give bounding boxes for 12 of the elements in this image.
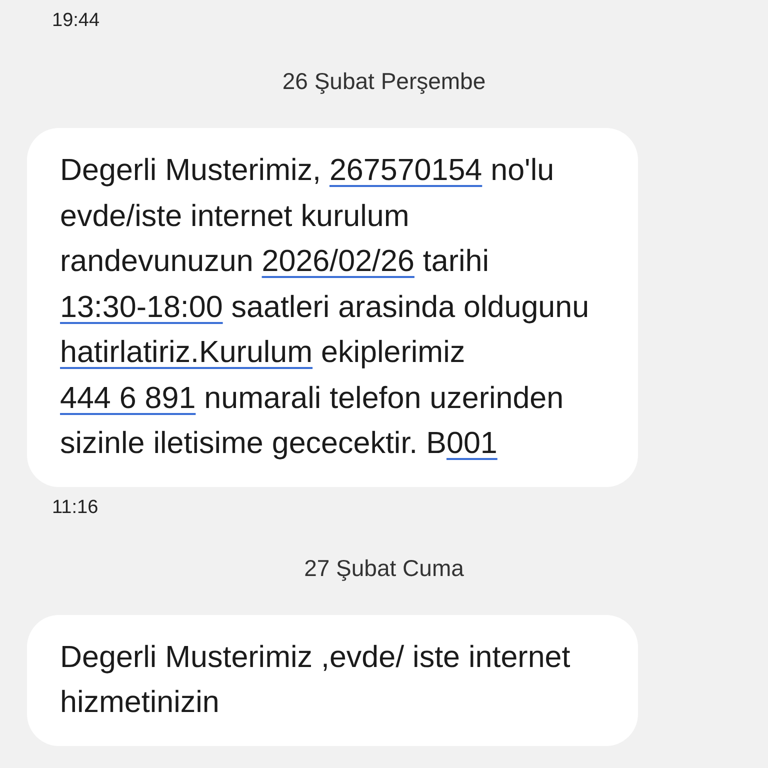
message-text: Degerli Musterimiz, 267570154 no'lu evde/iste internet kurulum randevunuzun 2026/02/26 tarihi 13:30-18:00 saatleri arasinda oldugunu hatirlatiriz.Kurulum ekiplerimiz 444 6 891 numarali telefon uzerinden sizinle iletisime gececektir. B001 [60,152,590,462]
message-link[interactable]: 13:30-18:00 [60,290,223,324]
message-time: 11:16 [51,496,100,520]
message-link[interactable]: 444 6 891 [60,380,196,414]
message-time: 19:44 [51,9,101,33]
message-text: Degerli Musterimiz ,evde/ iste internet hizmetinizin [60,638,572,721]
date-header: 26 Şubat Perşembe [281,67,487,96]
message-link[interactable]: 267570154 [329,153,482,187]
date-header: 27 Şubat Cuma [303,554,465,582]
message-link[interactable]: 001 [446,426,498,460]
message-link[interactable]: hatirlatiriz.Kurulum [60,335,313,369]
message-link[interactable]: 2026/02/26 [262,244,414,278]
